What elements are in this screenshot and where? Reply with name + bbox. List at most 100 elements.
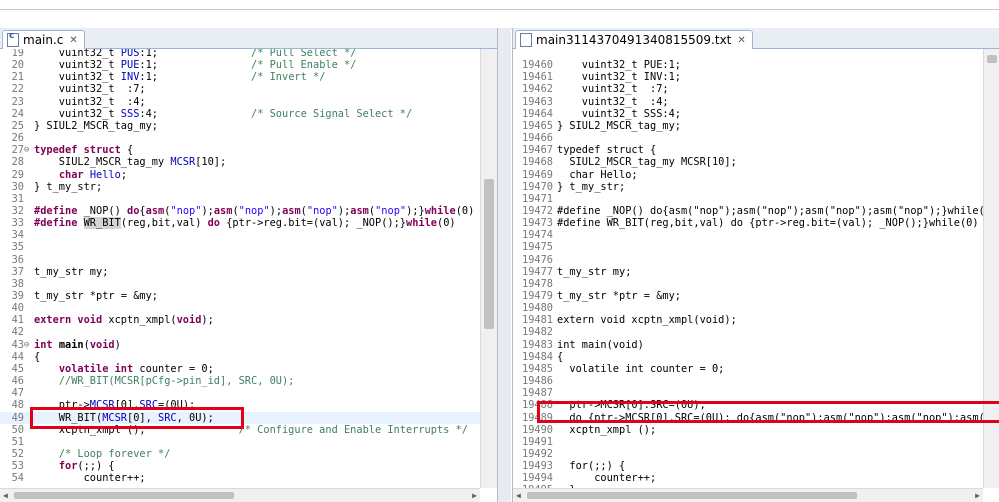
code-line[interactable]: 19480	[513, 302, 983, 314]
code-line[interactable]: 37 t_my_str my;	[0, 266, 480, 278]
horizontal-scrollbar[interactable]: ◀ ▶	[513, 488, 983, 502]
code-line[interactable]: 25} SIUL2_MSCR_tag_my;	[0, 120, 480, 132]
code-line[interactable]: 39 t_my_str *ptr = &my;	[0, 290, 480, 302]
code-line[interactable]: 19484 {	[513, 351, 983, 363]
tab-main-c[interactable]: main.c ✕	[2, 30, 85, 49]
code-line[interactable]: 19474	[513, 229, 983, 241]
code-line[interactable]: 19465} SIUL2_MSCR_tag_my;	[513, 120, 983, 132]
code-line[interactable]: 19467 typedef struct {	[513, 144, 983, 156]
scroll-thumb[interactable]	[14, 492, 234, 499]
line-number: 34	[11, 229, 24, 242]
tab-main-txt[interactable]: main3114370491340815509.txt ✕	[515, 30, 753, 49]
code-line[interactable]: 29 char Hello;	[0, 169, 480, 181]
code-text: #define _NOP() do{asm("nop");asm("nop");…	[557, 204, 983, 217]
code-line[interactable]: 26	[0, 132, 480, 144]
code-line[interactable]: 19464 vuint32_t SSS:4;	[513, 108, 983, 120]
code-line[interactable]: 19482	[513, 326, 983, 338]
code-line[interactable]: 36	[0, 254, 480, 266]
line-number: 45	[11, 362, 24, 375]
code-line[interactable]: 34	[0, 229, 480, 241]
line-number: 19487	[522, 387, 553, 400]
code-line[interactable]: 19479 t_my_str *ptr = &my;	[513, 290, 983, 302]
code-line[interactable]: 19475	[513, 241, 983, 253]
code-line[interactable]: 19463 vuint32_t :4;	[513, 96, 983, 108]
code-line[interactable]: 19485 volatile int counter = 0;	[513, 363, 983, 375]
code-line[interactable]: 19 vuint32_t PUS:1; /* Pull Select */	[0, 49, 480, 59]
scroll-right-icon[interactable]: ▶	[975, 491, 980, 500]
code-line[interactable]: 45 volatile int counter = 0;	[0, 363, 480, 375]
code-line[interactable]: 33 #define WR_BIT(reg,bit,val) do {ptr->r…	[0, 217, 480, 230]
code-line[interactable]: 31	[0, 193, 480, 205]
scroll-thumb[interactable]	[987, 55, 997, 63]
code-line[interactable]: 19466	[513, 132, 983, 144]
code-line[interactable]: 41 extern void xcptn_xmpl(void);	[0, 314, 480, 326]
code-line[interactable]: 19494 counter++;	[513, 472, 983, 484]
pane-divider[interactable]	[498, 28, 511, 502]
line-number: 19463	[522, 95, 553, 108]
code-text: /* Loop forever */	[58, 447, 171, 460]
code-line[interactable]: 24 vuint32_t SSS:4; /* Source Signal Sel…	[0, 108, 480, 120]
code-line[interactable]: 51	[0, 436, 480, 448]
code-line[interactable]: 46 //WR_BIT(MCSR[pCfg->pin_id], SRC, 0U)…	[0, 375, 480, 387]
code-line[interactable]	[513, 49, 983, 59]
code-line[interactable]: 44 {	[0, 351, 480, 363]
toolbar-divider	[0, 9, 999, 10]
code-text: #define _NOP() do{asm("nop");asm("nop");…	[34, 204, 475, 217]
code-line[interactable]: 28 SIUL2_MSCR_tag_my MCSR[10];	[0, 156, 480, 168]
code-line[interactable]: 19487	[513, 387, 983, 399]
code-line[interactable]: 30} t_my_str;	[0, 181, 480, 193]
code-line[interactable]: 35	[0, 241, 480, 253]
code-line[interactable]: 19460 vuint32_t PUE:1;	[513, 59, 983, 71]
code-line[interactable]: 19493 for(;;) {	[513, 460, 983, 472]
code-line[interactable]: 27 ⊖ typedef struct {	[0, 144, 480, 156]
code-line[interactable]: 21 vuint32_t INV:1; /* Invert */	[0, 71, 480, 83]
code-line[interactable]: 19481 extern void xcptn_xmpl(void);	[513, 314, 983, 326]
code-text: int main(void)	[34, 338, 121, 351]
vertical-scrollbar[interactable]	[480, 49, 497, 488]
code-line[interactable]: 19490 xcptn_xmpl ();	[513, 424, 983, 436]
scroll-right-icon[interactable]: ▶	[472, 491, 477, 500]
scroll-thumb[interactable]	[527, 492, 857, 499]
editor-pane-preprocessed-txt: main3114370491340815509.txt ✕ 19460 vuin…	[512, 28, 999, 502]
line-number: 52	[11, 447, 24, 460]
code-line[interactable]: 19492	[513, 448, 983, 460]
code-line[interactable]: 54 counter++;	[0, 472, 480, 484]
code-line[interactable]: 43 ⊖ int main(void)	[0, 339, 480, 351]
horizontal-scrollbar[interactable]: ◀ ▶	[0, 488, 480, 502]
code-line[interactable]: 19472 #define _NOP() do{asm("nop");asm("n…	[513, 205, 983, 217]
code-line[interactable]: 19468 SIUL2_MSCR_tag_my MCSR[10];	[513, 156, 983, 168]
line-number: 21	[11, 71, 24, 84]
code-line[interactable]: 19491	[513, 436, 983, 448]
code-line[interactable]: 19470} t_my_str;	[513, 181, 983, 193]
code-line[interactable]: 19462 vuint32_t :7;	[513, 83, 983, 95]
code-line[interactable]: 38	[0, 278, 480, 290]
code-line[interactable]: 19469 char Hello;	[513, 169, 983, 181]
code-line[interactable]: 20 vuint32_t PUE:1; /* Pull Enable */	[0, 59, 480, 71]
fold-toggle-icon[interactable]: ⊖	[24, 144, 29, 156]
code-line[interactable]: 52 /* Loop forever */	[0, 448, 480, 460]
code-line[interactable]: 42	[0, 326, 480, 338]
fold-toggle-icon[interactable]: ⊖	[24, 339, 29, 351]
close-icon[interactable]: ✕	[69, 35, 77, 46]
code-line[interactable]: 23 vuint32_t :4;	[0, 96, 480, 108]
code-text: //WR_BIT(MCSR[pCfg->pin_id], SRC, 0U);	[58, 375, 295, 388]
code-line[interactable]: 19478	[513, 278, 983, 290]
code-text: volatile int counter = 0;	[58, 362, 214, 375]
scroll-thumb[interactable]	[484, 179, 494, 329]
line-number: 24	[11, 107, 24, 120]
scroll-left-icon[interactable]: ◀	[516, 491, 521, 500]
code-line[interactable]: 53 for(;;) {	[0, 460, 480, 472]
code-line[interactable]: 19476	[513, 254, 983, 266]
code-line[interactable]: 32 #define _NOP() do{asm("nop");asm("nop"…	[0, 205, 480, 217]
code-line[interactable]: 19477 t_my_str my;	[513, 266, 983, 278]
code-line[interactable]: 19486	[513, 375, 983, 387]
code-line[interactable]: 40	[0, 302, 480, 314]
code-line[interactable]: 19471	[513, 193, 983, 205]
code-line[interactable]: 47	[0, 387, 480, 399]
code-line[interactable]: 19483 int main(void)	[513, 339, 983, 351]
code-line[interactable]: 19461 vuint32_t INV:1;	[513, 71, 983, 83]
code-line[interactable]: 22 vuint32_t :7;	[0, 83, 480, 95]
scroll-left-icon[interactable]: ◀	[3, 491, 8, 500]
code-line[interactable]: 19473 #define WR_BIT(reg,bit,val) do {ptr…	[513, 217, 983, 229]
close-icon[interactable]: ✕	[737, 35, 745, 46]
